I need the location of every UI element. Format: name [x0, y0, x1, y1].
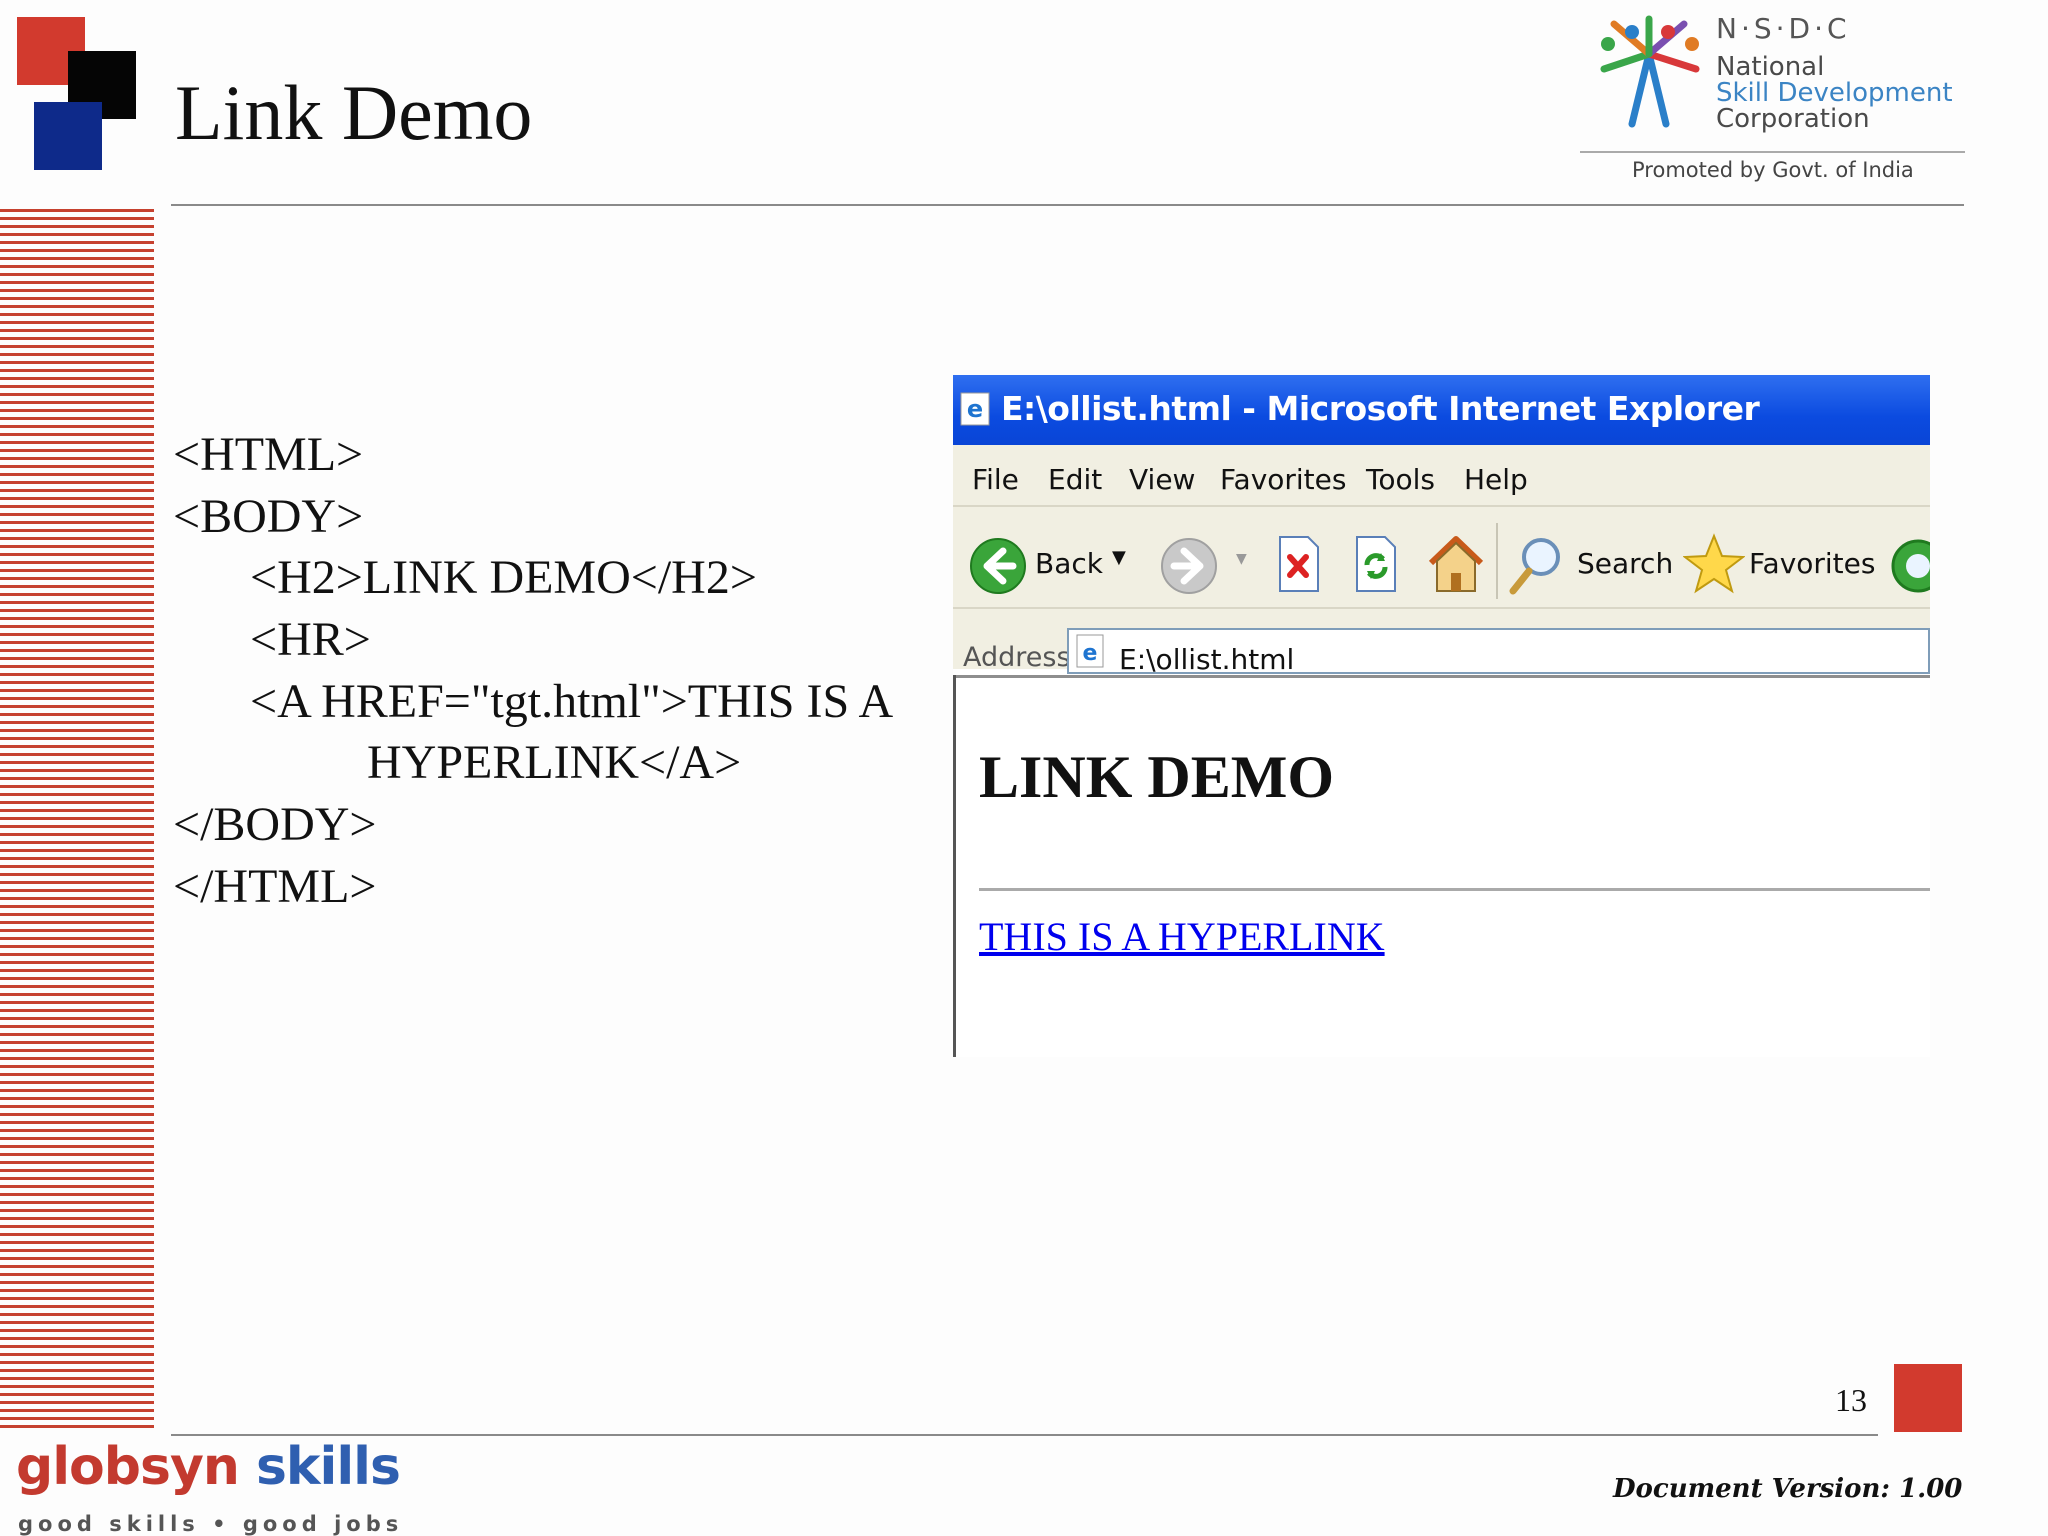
decor-stripes: [0, 209, 154, 1431]
svg-text:e: e: [967, 395, 983, 423]
content-top-border: [953, 675, 1930, 678]
brand-tagline: good skills • good jobs: [18, 1512, 404, 1536]
code-line: <HTML>: [173, 428, 364, 481]
back-button-label[interactable]: Back: [1035, 547, 1103, 580]
page-number: 13: [1835, 1382, 1867, 1418]
header-divider: [171, 204, 1964, 206]
brand-part1: globsyn: [16, 1437, 240, 1497]
address-value[interactable]: E:\ollist.html: [1119, 643, 1294, 676]
back-arrow-icon[interactable]: [969, 537, 1027, 595]
nsdc-acronym: N·S·D·C: [1716, 12, 1851, 45]
code-line: </BODY>: [173, 798, 377, 851]
menu-help[interactable]: Help: [1464, 463, 1528, 496]
home-icon[interactable]: [1427, 533, 1485, 595]
brand-part2: skills: [255, 1437, 401, 1497]
code-line: <BODY>: [173, 490, 364, 543]
code-line: <H2>LINK DEMO</H2>: [250, 551, 757, 604]
stop-icon[interactable]: [1276, 535, 1322, 593]
menu-edit[interactable]: Edit: [1048, 463, 1102, 496]
svg-text:e: e: [1083, 641, 1098, 666]
menu-tools[interactable]: Tools: [1366, 463, 1435, 496]
media-icon[interactable]: [1889, 537, 1930, 595]
menu-favorites[interactable]: Favorites: [1220, 463, 1346, 496]
toolbar-separator: [1496, 523, 1498, 599]
browser-title: E:\ollist.html - Microsoft Internet Expl…: [1001, 389, 1760, 428]
favorites-star-icon[interactable]: [1683, 533, 1745, 595]
favorites-button-label[interactable]: Favorites: [1749, 547, 1875, 580]
browser-window: e E:\ollist.html - Microsoft Internet Ex…: [953, 375, 1930, 1057]
page-hyperlink[interactable]: THIS IS A HYPERLINK: [979, 913, 1385, 960]
decor-square-navy: [34, 102, 102, 170]
menu-view[interactable]: View: [1129, 463, 1195, 496]
page-heading: LINK DEMO: [979, 744, 1335, 810]
code-line: <HR>: [250, 613, 371, 666]
menu-file[interactable]: File: [972, 463, 1019, 496]
ie-logo-icon: e: [960, 392, 990, 426]
forward-dropdown-icon[interactable]: ▼: [1236, 551, 1247, 567]
nsdc-divider: [1580, 151, 1965, 153]
nsdc-line3: Corporation: [1716, 104, 1870, 134]
code-line: <A HREF="tgt.html">THIS IS A: [250, 675, 894, 728]
globsyn-logo: globsyn skills: [16, 1437, 401, 1497]
content-left-border: [953, 675, 956, 1057]
page-horizontal-rule: [979, 888, 1930, 891]
page-icon: e: [1076, 634, 1104, 668]
nsdc-promoted: Promoted by Govt. of India: [1632, 158, 1914, 182]
address-label: Address: [963, 642, 1071, 673]
nsdc-logo-icon: [1600, 15, 1700, 128]
footer-divider: [171, 1434, 1878, 1436]
code-line: HYPERLINK</A>: [367, 736, 742, 789]
search-icon[interactable]: [1507, 535, 1565, 597]
document-version: Document Version: 1.00: [1613, 1474, 1963, 1504]
search-button-label[interactable]: Search: [1577, 547, 1673, 580]
forward-arrow-icon[interactable]: [1160, 537, 1218, 595]
back-dropdown-icon[interactable]: ▼: [1112, 547, 1126, 568]
decor-square-footer: [1894, 1364, 1962, 1432]
slide-title: Link Demo: [175, 69, 533, 156]
code-line: </HTML>: [173, 860, 377, 913]
refresh-icon[interactable]: [1353, 535, 1399, 593]
